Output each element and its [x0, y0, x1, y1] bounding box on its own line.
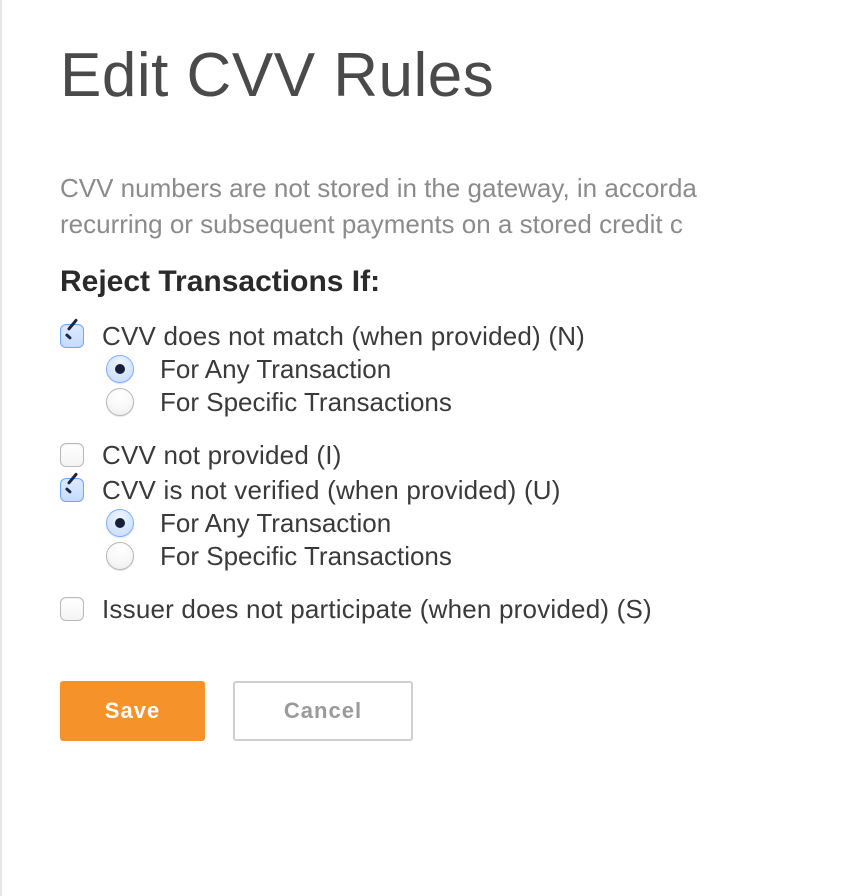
- rule-cvv-no-match-checkbox[interactable]: [60, 324, 84, 348]
- rule-issuer-no-participate-checkbox[interactable]: [60, 597, 84, 621]
- rule-cvv-no-match-option-any-radio[interactable]: [106, 355, 134, 383]
- rule-cvv-not-provided-checkbox[interactable]: [60, 443, 84, 467]
- rule-cvv-no-match-option-specific-radio[interactable]: [106, 388, 134, 416]
- rules-list: CVV does not match (when provided) (N) F…: [60, 321, 852, 625]
- rule-cvv-not-verified-option-specific-radio[interactable]: [106, 542, 134, 570]
- rule-cvv-not-verified-option-any-radio[interactable]: [106, 509, 134, 537]
- page-title: Edit CVV Rules: [60, 40, 852, 111]
- rule-cvv-not-provided-label: CVV not provided (I): [102, 440, 342, 471]
- rule-cvv-not-verified-options: For Any Transaction For Specific Transac…: [106, 508, 852, 572]
- rule-cvv-no-match-option-any-label: For Any Transaction: [160, 354, 391, 385]
- rule-cvv-not-verified-option-any-label: For Any Transaction: [160, 508, 391, 539]
- rule-cvv-not-verified-label: CVV is not verified (when provided) (U): [102, 475, 561, 506]
- rule-cvv-not-verified: CVV is not verified (when provided) (U) …: [60, 475, 852, 572]
- cancel-button[interactable]: Cancel: [233, 681, 413, 741]
- button-row: Save Cancel: [60, 681, 852, 741]
- reject-transactions-heading: Reject Transactions If:: [60, 265, 852, 299]
- intro-text: CVV numbers are not stored in the gatewa…: [60, 171, 852, 243]
- rule-cvv-not-provided: CVV not provided (I): [60, 440, 852, 471]
- intro-line-2: recurring or subsequent payments on a st…: [60, 209, 683, 239]
- rule-cvv-no-match-option-specific-label: For Specific Transactions: [160, 387, 452, 418]
- rule-cvv-no-match-label: CVV does not match (when provided) (N): [102, 321, 585, 352]
- edit-cvv-rules-form: Edit CVV Rules CVV numbers are not store…: [0, 0, 852, 741]
- save-button[interactable]: Save: [60, 681, 205, 741]
- rule-cvv-no-match-options: For Any Transaction For Specific Transac…: [106, 354, 852, 418]
- rule-cvv-no-match: CVV does not match (when provided) (N) F…: [60, 321, 852, 418]
- left-border: [0, 0, 2, 896]
- rule-cvv-not-verified-option-specific-label: For Specific Transactions: [160, 541, 452, 572]
- rule-cvv-not-verified-checkbox[interactable]: [60, 478, 84, 502]
- intro-line-1: CVV numbers are not stored in the gatewa…: [60, 173, 697, 203]
- rule-issuer-no-participate: Issuer does not participate (when provid…: [60, 594, 852, 625]
- rule-issuer-no-participate-label: Issuer does not participate (when provid…: [102, 594, 652, 625]
